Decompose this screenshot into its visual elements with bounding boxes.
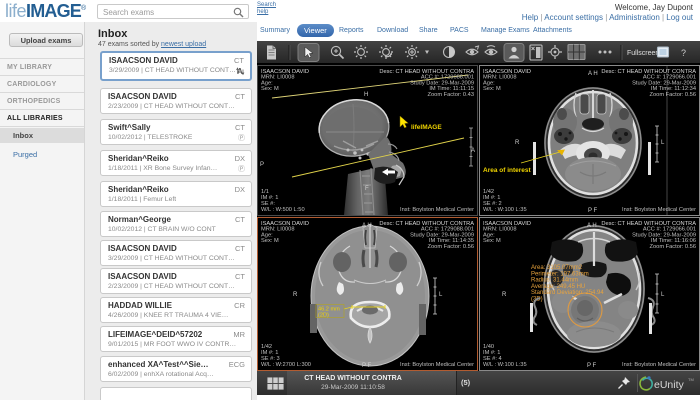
svg-text:Sex: M: Sex: M [483, 86, 501, 92]
svg-text:P F: P F [362, 363, 372, 369]
svg-text:P F: P F [587, 363, 597, 369]
svg-text:L: L [661, 140, 665, 146]
svg-text:Sex: M: Sex: M [483, 238, 501, 244]
svg-text:R: R [293, 292, 298, 298]
svg-text:Area: 3105.07mm2: Area: 3105.07mm2 [531, 265, 583, 271]
svg-text:A: A [471, 148, 475, 154]
svg-text:Inst: Boylston Medical Center: Inst: Boylston Medical Center [400, 362, 474, 368]
svg-text:Inst: Boylston Medical Center: Inst: Boylston Medical Center [400, 207, 474, 213]
svg-text:F: F [365, 186, 369, 192]
svg-text:L: L [439, 292, 443, 298]
svg-text:Inst: Boylston Medical Center: Inst: Boylston Medical Center [622, 207, 696, 213]
svg-text:eUnity: eUnity [654, 379, 685, 391]
svg-text:Perimeter: 197.63mm: Perimeter: 197.63mm [531, 271, 589, 277]
svg-text:R: R [515, 140, 520, 146]
svg-text:R: R [502, 292, 507, 298]
svg-text:P: P [260, 162, 264, 168]
svg-text:W/L : W:500 L:50: W/L : W:500 L:50 [261, 207, 305, 213]
svg-text:A H: A H [587, 223, 597, 229]
svg-text:W/L : W:100 L:35: W/L : W:100 L:35 [483, 362, 527, 368]
svg-text:L: L [661, 292, 665, 298]
svg-text:Area of interest: Area of interest [483, 167, 532, 174]
svg-text:Standard Deviation: 254.94: Standard Deviation: 254.94 [531, 290, 604, 296]
svg-text:Sex: M: Sex: M [261, 86, 279, 92]
svg-text:H: H [364, 92, 368, 98]
svg-text:P F: P F [588, 208, 598, 214]
svg-text:Zoom Factor: 0.56: Zoom Factor: 0.56 [650, 244, 696, 250]
svg-text:Fullscreen: Fullscreen [627, 50, 659, 57]
svg-text:Sex: M: Sex: M [261, 238, 279, 244]
svg-text:Zoom Factor: 0.56: Zoom Factor: 0.56 [428, 244, 474, 250]
svg-text:A H: A H [588, 71, 598, 77]
svg-text:Average: 249.45 HU: Average: 249.45 HU [531, 284, 585, 290]
svg-text:?: ? [681, 48, 686, 58]
svg-text:lifeIMAGE: lifeIMAGE [411, 124, 442, 131]
svg-text:W/L : W:2700 L:300: W/L : W:2700 L:300 [261, 362, 311, 368]
svg-text:Radius: 31.44mm: Radius: 31.44mm [531, 278, 578, 284]
svg-text:W/L : W:100 L:35: W/L : W:100 L:35 [483, 207, 527, 213]
svg-text:A H: A H [362, 223, 372, 229]
svg-text:Zoom Factor: 0.56: Zoom Factor: 0.56 [650, 92, 696, 98]
svg-text:Inst: Boylston Medical Center: Inst: Boylston Medical Center [622, 362, 696, 368]
svg-text:Zoom Factor: 0.43: Zoom Factor: 0.43 [428, 92, 474, 98]
svg-text:TM: TM [688, 377, 694, 382]
svg-text:(2D): (2D) [318, 313, 329, 319]
